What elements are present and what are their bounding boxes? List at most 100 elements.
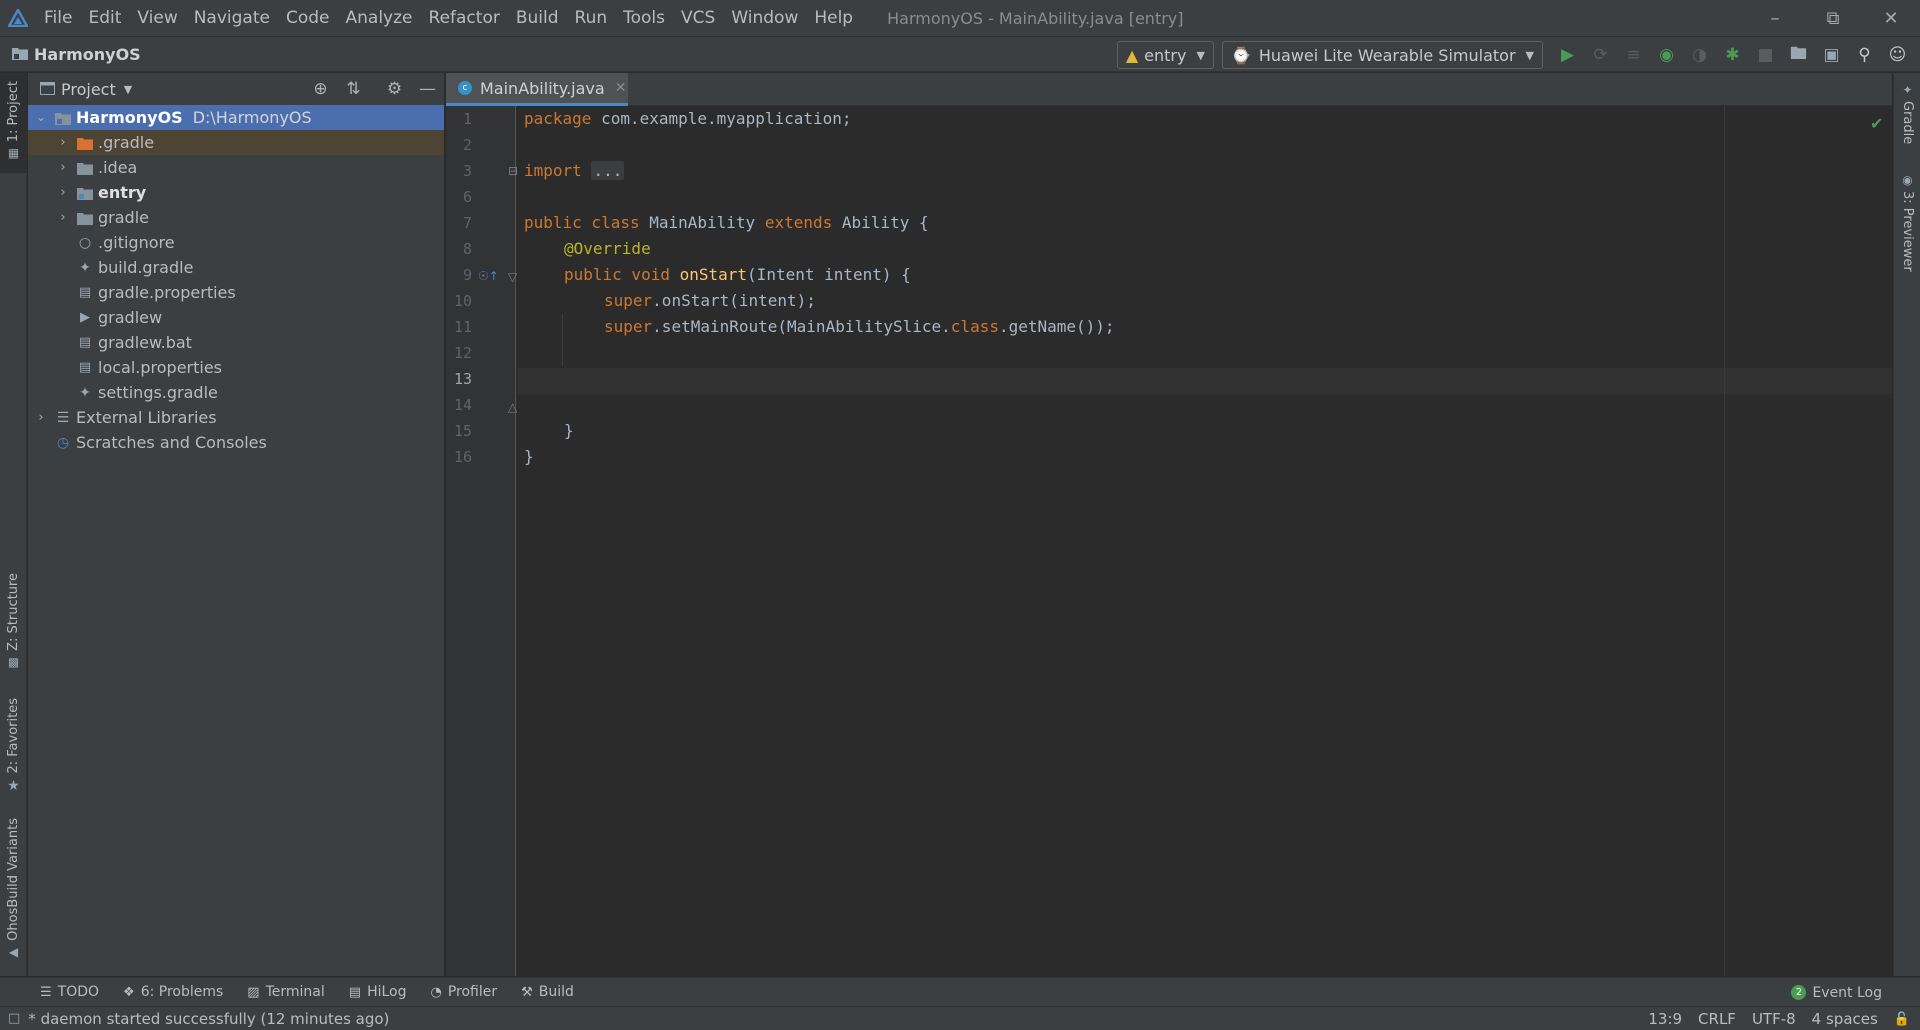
editor-gutter: 1 2 3 6 7 8 9 10 11 12 13 14 15 16 ☉↑ ⊟ … xyxy=(446,106,518,976)
tab-previewer-tool[interactable]: ◉ 3: Previewer xyxy=(1894,173,1920,272)
apply-changes-icon[interactable]: ≡ xyxy=(1617,37,1650,73)
attach-debugger-icon[interactable]: ✱ xyxy=(1716,37,1749,73)
menu-edit[interactable]: Edit xyxy=(80,0,129,36)
folded-imports[interactable]: ... xyxy=(591,161,625,180)
star-icon: ★ xyxy=(7,777,20,794)
tool-problems[interactable]: ❖ 6: Problems xyxy=(123,984,223,1000)
breadcrumb-project[interactable]: HarmonyOS xyxy=(12,45,141,64)
menu-code[interactable]: Code xyxy=(278,0,338,36)
project-structure-icon[interactable]: 🖿 xyxy=(1782,37,1815,73)
file-encoding[interactable]: UTF-8 xyxy=(1752,1010,1796,1028)
right-tool-strip: ✦ Gradle ◉ 3: Previewer xyxy=(1893,73,1920,976)
structure-icon: ▩ xyxy=(7,654,20,669)
code-line-close-method: } xyxy=(564,418,574,444)
tab-structure-tool[interactable]: Z: Structure ▩ xyxy=(0,573,27,669)
tree-item[interactable]: ▤ local.properties xyxy=(28,355,444,380)
menu-file[interactable]: File xyxy=(36,0,80,36)
device-manager-icon[interactable]: ▣ xyxy=(1815,37,1848,73)
chevron-right-icon[interactable]: › xyxy=(52,135,74,150)
chevron-down-icon[interactable]: ⌄ xyxy=(30,110,52,125)
menu-navigate[interactable]: Navigate xyxy=(186,0,278,36)
project-view-select[interactable]: Project xyxy=(61,80,116,99)
device-select[interactable]: ⌚ Huawei Lite Wearable Simulator ▼ xyxy=(1221,41,1543,69)
chevron-down-icon[interactable]: ▼ xyxy=(124,83,132,96)
chevron-right-icon[interactable]: › xyxy=(52,160,74,175)
tree-item[interactable]: › gradle xyxy=(28,205,444,230)
menu-refactor[interactable]: Refactor xyxy=(421,0,508,36)
chevron-right-icon[interactable]: › xyxy=(30,410,52,425)
chevron-right-icon[interactable]: › xyxy=(52,185,74,200)
debug-icon[interactable]: ◉ xyxy=(1650,37,1683,73)
hide-icon[interactable]: — xyxy=(411,79,444,99)
menu-tools[interactable]: Tools xyxy=(615,0,673,36)
tree-item[interactable]: ▶ gradlew xyxy=(28,305,444,330)
properties-file-icon: ▤ xyxy=(78,360,92,375)
tree-item[interactable]: ▤ gradle.properties xyxy=(28,280,444,305)
tree-item[interactable]: ▤ gradlew.bat xyxy=(28,330,444,355)
no-problems-check-icon[interactable]: ✔ xyxy=(1870,114,1883,133)
window-title: HarmonyOS - MainAbility.java [entry] xyxy=(887,8,1184,28)
locate-icon[interactable]: ⊕ xyxy=(304,79,337,99)
tree-external-libraries[interactable]: › ☰ External Libraries xyxy=(28,405,444,430)
list-icon: ☰ xyxy=(40,984,52,1000)
tree-item-label: .idea xyxy=(98,158,138,177)
stop-icon[interactable]: ■ xyxy=(1749,37,1782,73)
line-separator[interactable]: CRLF xyxy=(1698,1010,1736,1028)
status-message[interactable]: * daemon started successfully (12 minute… xyxy=(28,1010,389,1028)
module-folder-icon xyxy=(52,111,74,125)
chevron-down-icon: ▼ xyxy=(1525,48,1534,62)
gear-icon[interactable]: ⚙ xyxy=(378,79,411,99)
bottom-tool-bar: ☰ TODO ❖ 6: Problems ▨ Terminal ▤ HiLog … xyxy=(0,977,1920,1006)
tab-gradle-tool[interactable]: ✦ Gradle xyxy=(1894,83,1920,144)
tab-build-variants-tool[interactable]: OhosBuild Variants ◀ xyxy=(0,818,27,959)
tree-item[interactable]: › entry xyxy=(28,180,444,205)
tree-item[interactable]: ✦ settings.gradle xyxy=(28,380,444,405)
cursor-position[interactable]: 13:9 xyxy=(1648,1010,1682,1028)
code-editor[interactable]: package com.example.myapplication; impor… xyxy=(517,106,1892,976)
fold-icon[interactable]: ▽ xyxy=(508,270,517,284)
tool-todo[interactable]: ☰ TODO xyxy=(40,984,99,1000)
minimize-button[interactable]: – xyxy=(1746,0,1804,36)
code-text: (Intent intent) { xyxy=(747,265,911,284)
override-marker-icon[interactable]: ☉↑ xyxy=(478,269,499,283)
account-icon[interactable]: ☺ xyxy=(1881,37,1914,73)
menu-analyze[interactable]: Analyze xyxy=(338,0,421,36)
lock-icon[interactable]: 🔓 xyxy=(1894,1012,1910,1027)
tree-item[interactable]: ✦ build.gradle xyxy=(28,255,444,280)
tool-problems-label: 6: Problems xyxy=(140,984,224,1000)
tab-project-tool[interactable]: 1: Project ▦ xyxy=(0,73,27,173)
search-icon[interactable]: ⚲ xyxy=(1848,37,1881,73)
menu-build[interactable]: Build xyxy=(508,0,567,36)
menu-help[interactable]: Help xyxy=(806,0,861,36)
close-button[interactable]: ✕ xyxy=(1862,0,1920,36)
restore-button[interactable]: ⧉ xyxy=(1804,0,1862,36)
line-number: 3 xyxy=(462,162,472,180)
tree-scratches[interactable]: ◷ Scratches and Consoles xyxy=(28,430,444,455)
tab-mainability-java[interactable]: c MainAbility.java ✕ xyxy=(446,73,628,106)
tree-item[interactable]: › .idea xyxy=(28,155,444,180)
coverage-icon[interactable]: ◑ xyxy=(1683,37,1716,73)
tool-terminal[interactable]: ▨ Terminal xyxy=(247,984,324,1000)
run-config-select[interactable]: ▲ entry ▼ xyxy=(1116,41,1214,69)
menu-run[interactable]: Run xyxy=(567,0,616,36)
close-icon[interactable]: ✕ xyxy=(615,80,627,96)
menu-window[interactable]: Window xyxy=(723,0,806,36)
tool-profiler[interactable]: ◔ Profiler xyxy=(431,984,498,1000)
tool-hilog[interactable]: ▤ HiLog xyxy=(349,984,407,1000)
tree-item[interactable]: › .gradle xyxy=(28,130,444,155)
fold-icon[interactable]: △ xyxy=(508,400,517,414)
tree-root[interactable]: ⌄ HarmonyOS D:\HarmonyOS xyxy=(28,105,444,130)
menu-view[interactable]: View xyxy=(129,0,185,36)
tool-event-log[interactable]: 2 Event Log xyxy=(1791,978,1882,1007)
run-icon[interactable]: ▶ xyxy=(1551,37,1584,73)
toggle-tool-windows-icon[interactable]: □ xyxy=(8,1011,20,1026)
collapse-all-icon[interactable]: ⇅ xyxy=(337,79,370,99)
rerun-icon[interactable]: ⟳ xyxy=(1584,37,1617,73)
indent-setting[interactable]: 4 spaces xyxy=(1812,1010,1878,1028)
menu-vcs[interactable]: VCS xyxy=(673,0,723,36)
tab-favorites-tool[interactable]: 2: Favorites ★ xyxy=(0,698,27,794)
tree-item[interactable]: ○ .gitignore xyxy=(28,230,444,255)
scratches-icon: ◷ xyxy=(56,434,70,451)
chevron-right-icon[interactable]: › xyxy=(52,210,74,225)
tool-build[interactable]: ⚒ Build xyxy=(521,984,574,1000)
